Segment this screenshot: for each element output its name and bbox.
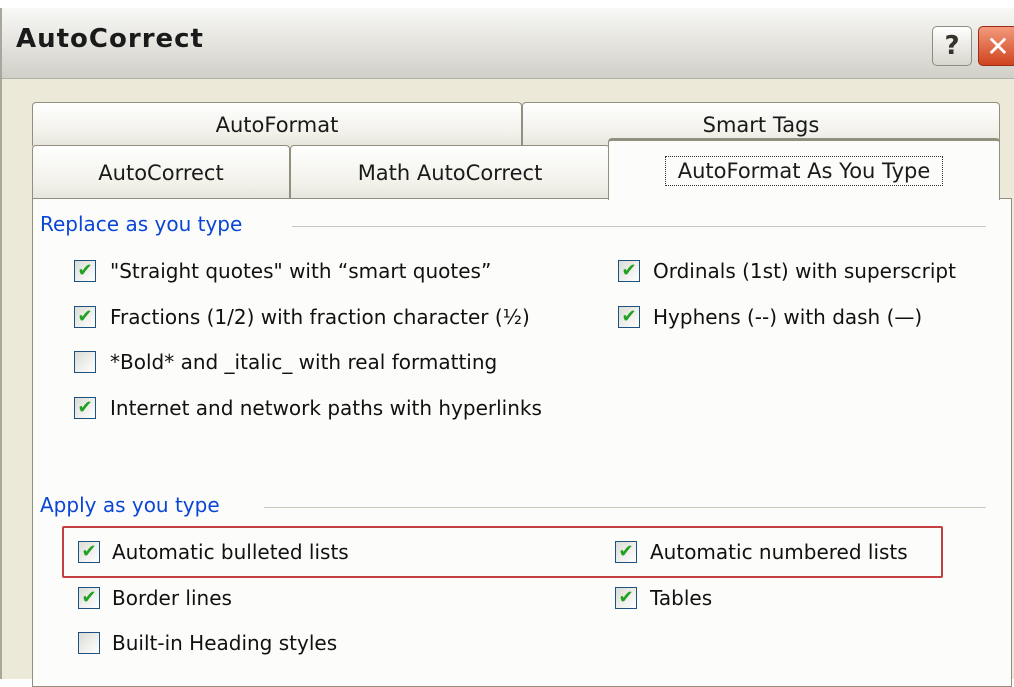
- option-label-bold-italic: *Bold* and _italic_ with real formatting: [110, 350, 498, 374]
- checkbox-heading-styles[interactable]: [78, 632, 100, 654]
- checkbox-bulleted-lists[interactable]: ✔: [78, 541, 100, 563]
- check-icon: ✔: [618, 587, 634, 608]
- option-label-numbered-lists: Automatic numbered lists: [650, 540, 908, 564]
- tab-label: AutoFormat: [215, 112, 339, 137]
- check-icon: ✔: [618, 541, 634, 562]
- checkbox-hyperlinks[interactable]: ✔: [74, 397, 96, 419]
- tab-label: Math AutoCorrect: [357, 160, 543, 185]
- tab-autoformat[interactable]: AutoFormat: [32, 102, 522, 146]
- checkbox-border-lines[interactable]: ✔: [78, 587, 100, 609]
- group-divider: [264, 507, 986, 508]
- checkbox-hyphens[interactable]: ✔: [618, 306, 640, 328]
- tab-label: AutoCorrect: [98, 160, 224, 185]
- checkbox-smart-quotes[interactable]: ✔: [74, 260, 96, 282]
- tab-autocorrect[interactable]: AutoCorrect: [32, 145, 290, 199]
- check-icon: ✔: [77, 397, 93, 418]
- checkbox-ordinals[interactable]: ✔: [618, 260, 640, 282]
- checkbox-tables[interactable]: ✔: [615, 587, 637, 609]
- check-icon: ✔: [77, 306, 93, 327]
- check-icon: ✔: [621, 306, 637, 327]
- close-icon: ✕: [986, 29, 1010, 63]
- option-label-fractions: Fractions (1/2) with fraction character …: [110, 305, 530, 329]
- autocorrect-dialog: AutoCorrect ? ✕ AutoFormat Smart Tags Au…: [0, 8, 1014, 687]
- help-icon: ?: [944, 31, 960, 61]
- check-icon: ✔: [81, 587, 97, 608]
- tab-autoformat-as-you-type[interactable]: AutoFormat As You Type: [608, 138, 1000, 200]
- replace-group-title: Replace as you type: [40, 212, 251, 236]
- checkbox-numbered-lists[interactable]: ✔: [615, 541, 637, 563]
- option-label-smart-quotes: "Straight quotes" with “smart quotes”: [110, 259, 492, 283]
- dialog-title: AutoCorrect: [16, 24, 204, 54]
- option-label-border-lines: Border lines: [112, 586, 232, 610]
- option-label-tables: Tables: [650, 586, 713, 610]
- checkbox-fractions[interactable]: ✔: [74, 306, 96, 328]
- help-button[interactable]: ?: [932, 26, 972, 66]
- tab-math-autocorrect[interactable]: Math AutoCorrect: [290, 145, 610, 199]
- group-divider: [292, 226, 986, 227]
- apply-group-title: Apply as you type: [40, 493, 228, 517]
- option-label-hyperlinks: Internet and network paths with hyperlin…: [110, 396, 542, 420]
- tab-label: AutoFormat As You Type: [664, 155, 944, 186]
- tab-label: Smart Tags: [702, 112, 820, 137]
- title-bar[interactable]: AutoCorrect ? ✕: [2, 8, 1014, 79]
- option-label-heading-styles: Built-in Heading styles: [112, 631, 338, 655]
- option-label-ordinals: Ordinals (1st) with superscript: [653, 259, 956, 283]
- option-label-bulleted-lists: Automatic bulleted lists: [112, 540, 349, 564]
- close-button[interactable]: ✕: [978, 26, 1014, 66]
- check-icon: ✔: [77, 260, 93, 281]
- option-label-hyphens: Hyphens (--) with dash (—): [653, 305, 923, 329]
- check-icon: ✔: [621, 260, 637, 281]
- check-icon: ✔: [81, 541, 97, 562]
- checkbox-bold-italic[interactable]: [74, 351, 96, 373]
